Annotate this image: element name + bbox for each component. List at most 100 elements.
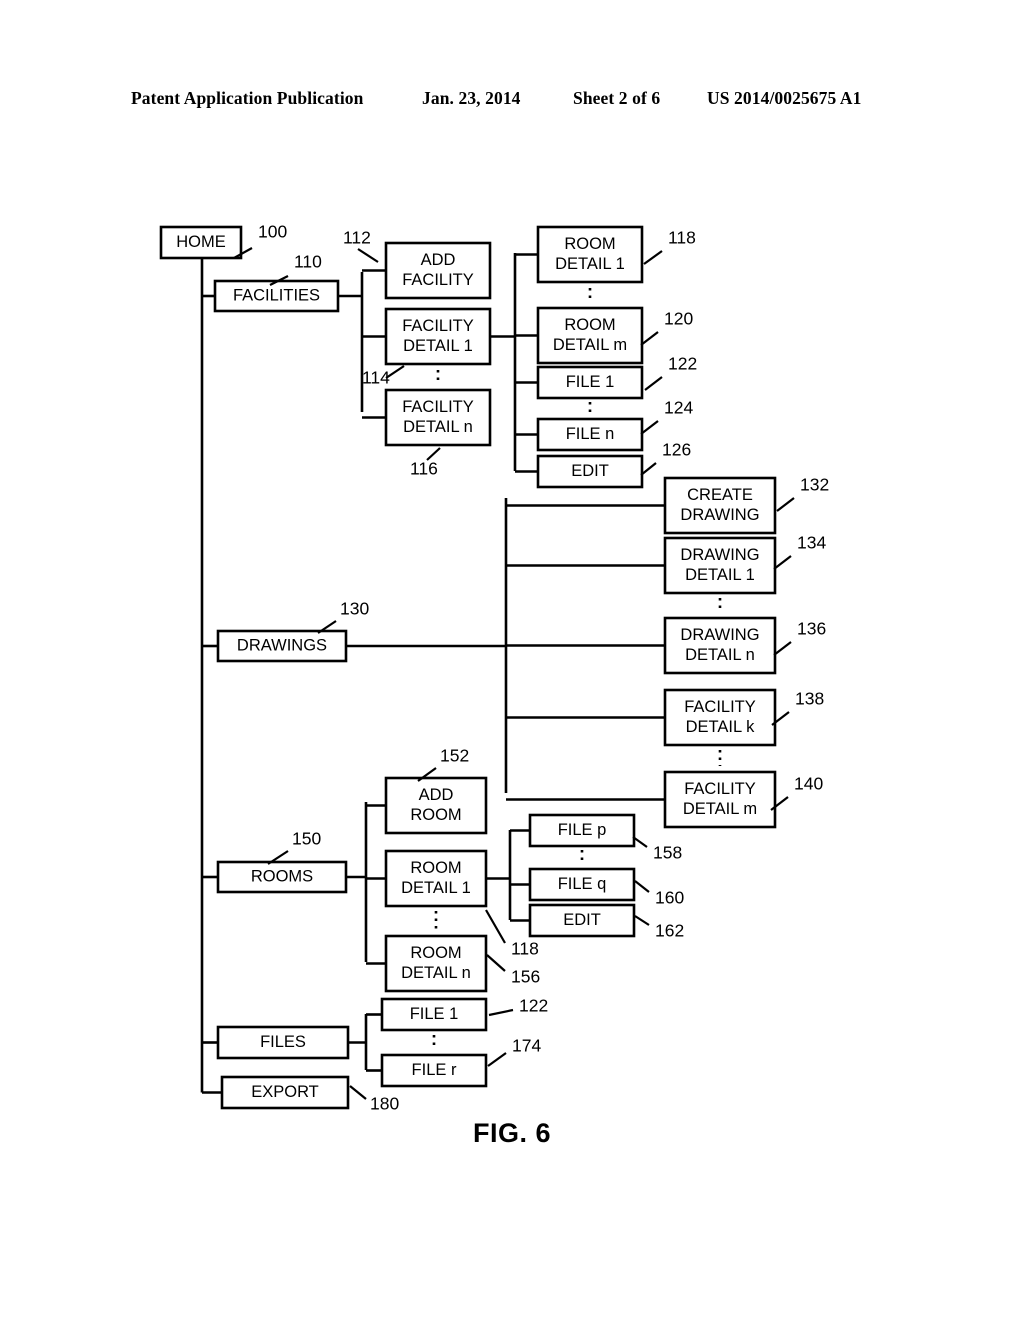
reference-numeral-text: 130 (340, 599, 369, 619)
node-fac_det_1[interactable]: FACILITY DETAIL 1 (384, 307, 492, 366)
leader-line (773, 641, 792, 656)
node-room_det_1[interactable]: ROOM DETAIL 1 (536, 225, 644, 284)
reference-numeral-150: 150 (267, 829, 321, 865)
node-label: DETAIL n (401, 964, 471, 982)
node-label: FACILITY (684, 698, 756, 716)
node-edit_room[interactable]: EDIT (528, 903, 636, 938)
node-label: DRAWING (680, 506, 759, 524)
node-drawings[interactable]: DRAWINGS (216, 629, 348, 663)
reference-numeral-text: 132 (800, 475, 829, 495)
reference-numeral-160: 160 (634, 880, 684, 908)
reference-numeral-134: 134 (773, 533, 826, 570)
node-add_facility[interactable]: ADD FACILITY (384, 241, 492, 300)
node-add_room[interactable]: ADD ROOM (384, 776, 488, 835)
reference-numeral-text: 118 (668, 228, 696, 248)
node-draw_det_1[interactable]: DRAWING DETAIL 1 (663, 536, 777, 595)
node-fac_det_m[interactable]: FACILITY DETAIL m (663, 770, 777, 829)
node-label: FACILITY (402, 317, 474, 335)
node-file_1_top[interactable]: FILE 1 (380, 997, 488, 1032)
reference-numeral-126: 126 (640, 440, 691, 476)
node-facilities[interactable]: FACILITIES (213, 279, 340, 313)
node-draw_det_n[interactable]: DRAWING DETAIL n (663, 616, 777, 675)
node-label: FILES (260, 1033, 306, 1051)
reference-numeral-text: 100 (258, 222, 287, 242)
reference-numeral-140: 140 (770, 774, 823, 811)
reference-numeral-text: 150 (292, 829, 321, 849)
reference-numeral-text: 114 (362, 368, 390, 388)
reference-numeral-130: 130 (317, 599, 369, 634)
reference-numeral-text: 110 (294, 252, 322, 272)
node-room_det_m[interactable]: ROOM DETAIL m (536, 306, 644, 365)
node-label: FILE 1 (566, 373, 615, 391)
node-home[interactable]: HOME (159, 225, 243, 260)
leader-line (485, 909, 506, 944)
node-label: HOME (176, 233, 226, 251)
reference-numeral-text: 160 (655, 888, 684, 908)
leader-line (488, 1008, 514, 1017)
reference-numeral-136: 136 (773, 619, 826, 656)
reference-numeral-text: 136 (797, 619, 826, 639)
reference-numeral-text: 162 (655, 921, 684, 941)
leader-line (634, 915, 650, 926)
reference-numeral-122b: 122 (488, 996, 548, 1017)
reference-numeral-124: 124 (640, 398, 693, 435)
reference-numeral-132: 132 (776, 475, 829, 512)
node-fac_det_n[interactable]: FACILITY DETAIL n (384, 388, 492, 447)
node-edit_fac[interactable]: EDIT (536, 454, 644, 489)
reference-numeral-text: 118 (511, 939, 539, 959)
reference-numeral-text: 116 (410, 459, 438, 479)
node-fac_det_k[interactable]: FACILITY DETAIL k (663, 688, 777, 747)
node-label: DETAIL n (403, 418, 473, 436)
node-label: ADD (421, 251, 456, 269)
node-file_p[interactable]: FILE p (528, 813, 636, 848)
reference-numeral-158: 158 (632, 836, 682, 863)
node-label: FILE p (558, 821, 607, 839)
reference-numeral-text: 122 (668, 354, 697, 374)
leader-line (349, 1085, 367, 1100)
node-file_r[interactable]: FILE r (380, 1053, 488, 1088)
reference-numeral-138: 138 (771, 689, 824, 726)
reference-numeral-text: 180 (370, 1094, 399, 1114)
node-label: DETAIL n (685, 646, 755, 664)
node-file_1_fac[interactable]: FILE 1 (536, 365, 644, 400)
reference-numeral-162: 162 (634, 915, 684, 941)
node-label: ROOM (410, 806, 461, 824)
node-label: EDIT (571, 462, 609, 480)
node-export[interactable]: EXPORT (220, 1075, 350, 1110)
node-label: FILE q (558, 875, 607, 893)
node-label: ROOM (564, 316, 615, 334)
reference-numeral-text: 112 (343, 228, 371, 248)
node-label: ADD (419, 786, 454, 804)
node-label: DETAIL 1 (401, 879, 471, 897)
node-label: DETAIL k (686, 718, 756, 736)
node-label: ROOM (564, 235, 615, 253)
reference-numeral-text: 152 (440, 746, 469, 766)
node-label: ROOM (410, 944, 461, 962)
leader-line (776, 497, 795, 512)
reference-numeral-116: 116 (410, 447, 441, 479)
node-label: EXPORT (251, 1083, 319, 1101)
node-files[interactable]: FILES (216, 1025, 350, 1060)
node-label: DRAWINGS (237, 636, 327, 654)
node-file_q[interactable]: FILE q (528, 867, 636, 902)
node-rooms[interactable]: ROOMS (216, 860, 348, 894)
leader-line (643, 250, 663, 265)
node-label: FILE r (412, 1061, 457, 1079)
node-room_det_r1[interactable]: ROOM DETAIL 1 (384, 849, 488, 908)
reference-numeral-114: 114 (362, 365, 405, 388)
node-file_n_fac[interactable]: FILE n (536, 417, 644, 452)
node-label: ROOM (410, 859, 461, 877)
node-label: FILE 1 (410, 1005, 459, 1023)
reference-numeral-122: 122 (644, 354, 697, 391)
node-label: DETAIL m (683, 800, 757, 818)
leader-line (640, 331, 659, 346)
node-label: DRAWING (680, 626, 759, 644)
node-create_draw[interactable]: CREATE DRAWING (663, 476, 777, 535)
node-room_det_rn[interactable]: ROOM DETAIL n (384, 934, 488, 993)
leader-line (486, 954, 506, 972)
node-label: FACILITY (684, 780, 756, 798)
node-label: ROOMS (251, 867, 313, 885)
reference-numeral-text: 122 (519, 996, 548, 1016)
reference-numeral-text: 174 (512, 1036, 541, 1056)
node-label: DETAIL m (553, 336, 627, 354)
